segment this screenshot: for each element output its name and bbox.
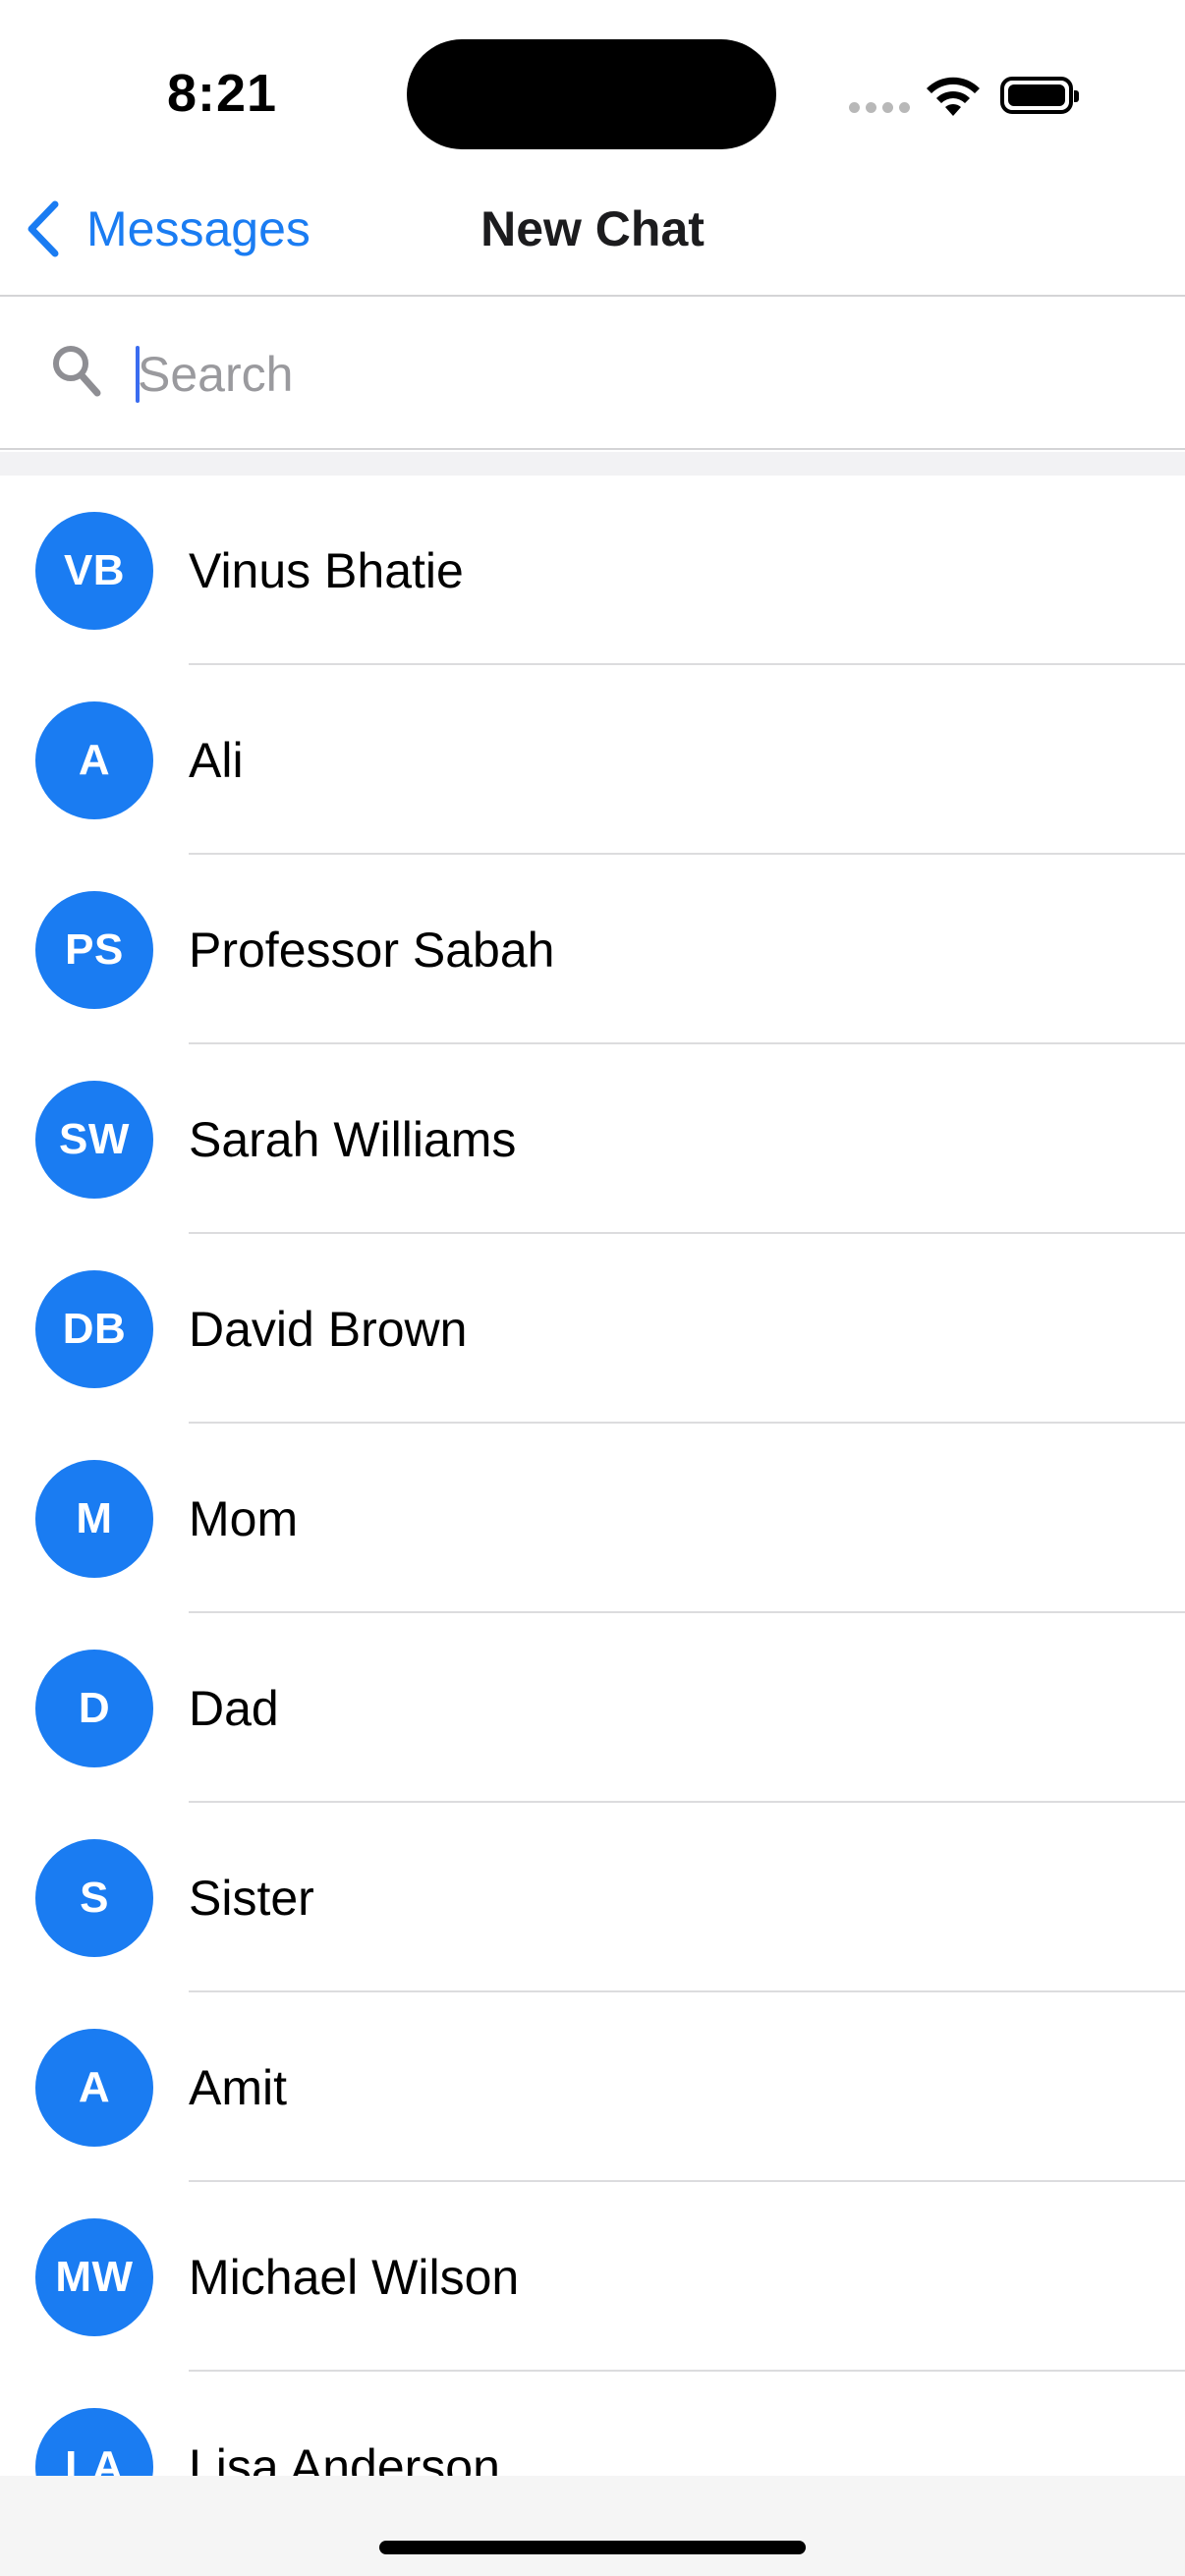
avatar: MW xyxy=(35,2217,153,2336)
avatar: VB xyxy=(35,511,153,630)
contact-name: Professor Sabah xyxy=(189,922,555,978)
contact-row[interactable]: D Dad xyxy=(0,1613,1185,1803)
contact-name: Lisa Anderson xyxy=(189,2438,500,2477)
contact-row[interactable]: A Amit xyxy=(0,1992,1185,2182)
contact-row[interactable]: VB Vinus Bhatie xyxy=(0,476,1185,665)
avatar: A xyxy=(35,2028,153,2147)
status-time: 8:21 xyxy=(167,64,278,123)
contact-name: Sarah Williams xyxy=(189,1111,517,1167)
avatar: M xyxy=(35,1459,153,1578)
cellular-signal-icon xyxy=(849,102,910,113)
contact-row[interactable]: S Sister xyxy=(0,1803,1185,1992)
contact-name: Dad xyxy=(189,1680,279,1736)
section-separator xyxy=(0,452,1185,476)
contact-name: Michael Wilson xyxy=(189,2249,520,2305)
contact-name: David Brown xyxy=(189,1301,468,1357)
avatar: SW xyxy=(35,1080,153,1199)
avatar: DB xyxy=(35,1269,153,1388)
avatar: D xyxy=(35,1649,153,1767)
contact-name: Vinus Bhatie xyxy=(189,542,464,598)
search-input[interactable] xyxy=(138,336,1140,413)
navigation-bar: New Chat Messages xyxy=(0,177,1185,297)
contact-row[interactable]: A Ali xyxy=(0,665,1185,855)
contact-row[interactable]: M Mom xyxy=(0,1424,1185,1613)
contact-row[interactable]: DB David Brown xyxy=(0,1234,1185,1424)
contact-name: Amit xyxy=(189,2059,287,2115)
dynamic-island xyxy=(407,39,776,149)
search-icon xyxy=(51,344,102,404)
contact-name: Ali xyxy=(189,732,244,788)
home-indicator[interactable] xyxy=(379,2541,806,2554)
home-indicator-area xyxy=(0,2476,1185,2576)
contact-row[interactable]: SW Sarah Williams xyxy=(0,1044,1185,1234)
back-button[interactable]: Messages xyxy=(22,177,310,281)
battery-full-icon xyxy=(1000,77,1079,114)
contact-name: Sister xyxy=(189,1870,314,1926)
status-bar: 8:21 xyxy=(0,0,1185,177)
search-bar xyxy=(0,297,1185,450)
back-button-label: Messages xyxy=(86,201,310,256)
contact-list[interactable]: VB Vinus Bhatie A Ali PS Professor Sabah… xyxy=(0,476,1185,2476)
contact-name: Mom xyxy=(189,1490,299,1546)
avatar: PS xyxy=(35,890,153,1009)
avatar: A xyxy=(35,700,153,819)
wifi-icon xyxy=(924,73,983,123)
contact-row[interactable]: MW Michael Wilson xyxy=(0,2182,1185,2372)
chevron-left-icon xyxy=(22,199,65,258)
avatar: LA xyxy=(35,2407,153,2476)
contact-row[interactable]: PS Professor Sabah xyxy=(0,855,1185,1044)
contact-row[interactable]: LA Lisa Anderson xyxy=(0,2372,1185,2476)
avatar: S xyxy=(35,1838,153,1957)
